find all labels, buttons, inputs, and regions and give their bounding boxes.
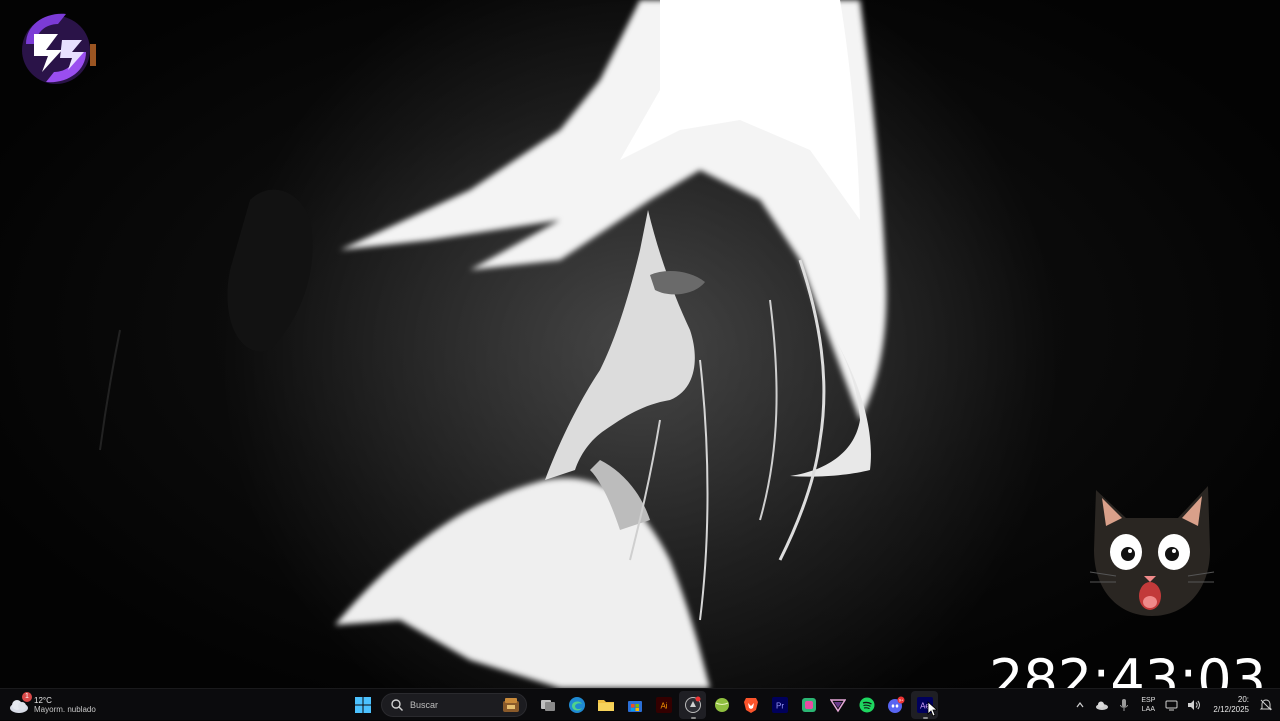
taskbar-center: Ai Pr (348, 689, 939, 721)
taskbar-app-green[interactable] (795, 691, 822, 719)
search-icon (391, 699, 403, 711)
weather-text: 12°C Mayorm. nublado (34, 696, 96, 715)
chevron-up-icon (1076, 702, 1084, 708)
onedrive-button[interactable] (1094, 697, 1110, 713)
search-box[interactable] (381, 693, 527, 717)
store-icon (627, 701, 642, 712)
illustrator-icon: Ai (655, 697, 672, 713)
weather-alert-badge: 1 (22, 692, 32, 702)
green-app-icon (801, 698, 816, 712)
taskbar-app-edge[interactable] (563, 691, 590, 719)
svg-text:Ai: Ai (660, 702, 667, 711)
timer-readout: 282:43:03 (989, 648, 1266, 689)
weather-description: Mayorm. nublado (34, 704, 96, 714)
microphone-icon (1120, 699, 1129, 711)
network-icon (1165, 700, 1178, 711)
discord-badge: 9+ (898, 698, 903, 703)
cat-sticker-icon[interactable] (1086, 480, 1218, 620)
taskbar-app-illustrator[interactable]: Ai (650, 691, 677, 719)
speaker-icon (1188, 700, 1201, 710)
ball-icon (714, 698, 729, 712)
taskbar: 1 12°C Mayorm. nublado Buscar Ai Pr 9+ A… (0, 688, 1280, 720)
running-indicator (690, 717, 696, 719)
notification-button[interactable] (1258, 697, 1274, 713)
clock-time: 20: (1237, 695, 1249, 704)
task-view-button[interactable] (534, 691, 561, 719)
start-button[interactable] (349, 691, 376, 719)
windows-logo-icon (354, 697, 371, 713)
taskbar-app-spotify[interactable] (853, 691, 880, 719)
running-indicator (922, 717, 928, 719)
weather-widget[interactable]: 1 12°C Mayorm. nublado (8, 691, 96, 719)
show-hidden-icons-button[interactable] (1072, 697, 1088, 713)
weather-temperature: 12°C (34, 695, 52, 705)
spotify-icon (859, 697, 874, 713)
keyboard-layout: LAA (1141, 706, 1156, 713)
triangle-app-icon (829, 699, 846, 713)
notification-icon (1259, 699, 1273, 711)
network-button[interactable] (1164, 697, 1180, 713)
taskbar-app-ball[interactable] (708, 691, 735, 719)
language-code: ESP (1141, 697, 1156, 704)
cloud-icon (1096, 701, 1109, 710)
language-indicator[interactable]: ESP LAA (1141, 696, 1155, 714)
taskbar-app-file-explorer[interactable] (592, 691, 619, 719)
microphone-button[interactable] (1116, 697, 1132, 713)
taskbar-app-discord[interactable]: 9+ (882, 691, 909, 719)
desktop: 282:43:03 (0, 0, 1280, 688)
edge-icon (568, 697, 585, 713)
clock[interactable]: 20: 2/12/2025 (1213, 695, 1249, 715)
search-input[interactable] (408, 699, 492, 711)
github-icon (684, 696, 701, 713)
volume-button[interactable] (1186, 697, 1202, 713)
system-tray: ESP LAA 20: 2/12/2025 (1069, 689, 1280, 721)
taskbar-app-triangle[interactable] (824, 691, 851, 719)
cloud-icon: 1 (8, 692, 32, 716)
clock-date: 2/12/2025 (1213, 705, 1249, 714)
taskbar-app-brave[interactable] (737, 691, 764, 719)
taskbar-app-github[interactable] (679, 691, 706, 719)
folder-icon (597, 700, 614, 711)
taskbar-app-premiere[interactable]: Pr (766, 691, 793, 719)
premiere-icon: Pr (771, 697, 788, 713)
search-highlight-icon[interactable] (502, 697, 520, 713)
discord-icon: 9+ (887, 696, 904, 713)
app-logo-icon[interactable] (12, 4, 100, 92)
task-view-icon (540, 700, 555, 711)
svg-text:Pr: Pr (776, 702, 784, 711)
mouse-cursor-icon (927, 701, 937, 717)
brave-icon (743, 697, 758, 713)
taskbar-app-store[interactable] (621, 691, 648, 719)
